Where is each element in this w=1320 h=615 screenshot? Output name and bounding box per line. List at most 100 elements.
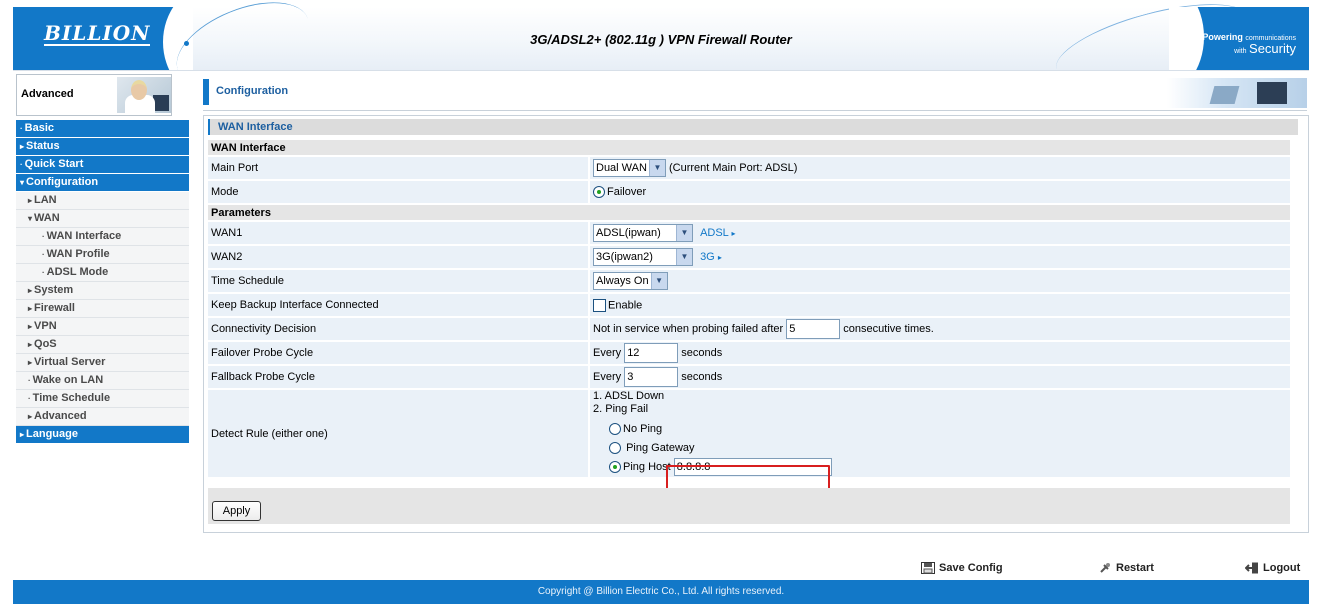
sidebar-item-label: Quick Start bbox=[24, 158, 84, 170]
floppy-icon bbox=[921, 562, 935, 575]
sidebar-item-label: Basic bbox=[24, 122, 55, 134]
row-fallback-cycle: Fallback Probe Cycle Every 3 seconds bbox=[208, 366, 1290, 388]
failover-cycle-input[interactable]: 12 bbox=[624, 343, 679, 363]
enable-checkbox[interactable] bbox=[593, 298, 606, 312]
logout-button[interactable]: Logout bbox=[1245, 562, 1300, 574]
restart-icon bbox=[1100, 563, 1110, 573]
row-main-port: Main Port Dual WAN ▼ (Current Main Port:… bbox=[208, 157, 1290, 179]
time-schedule-select[interactable]: Always On ▼ bbox=[593, 272, 668, 290]
copyright-bar: Copyright @ Billion Electric Co., Ltd. A… bbox=[13, 580, 1309, 604]
sidebar-item-language[interactable]: ▸ Language bbox=[16, 426, 189, 444]
save-config-button[interactable]: Save Config bbox=[921, 562, 1003, 575]
sidebar-item-label: Status bbox=[26, 140, 60, 152]
chevron-down-icon: ▼ bbox=[650, 273, 667, 289]
wan1-select[interactable]: ADSL(ipwan) ▼ bbox=[593, 224, 693, 242]
row-failover-cycle: Failover Probe Cycle Every 12 seconds bbox=[208, 342, 1290, 364]
sidebar-item-label: QoS bbox=[34, 338, 57, 350]
menu-arrow-icon: · bbox=[28, 376, 31, 385]
page-title: Configuration bbox=[216, 85, 289, 97]
menu-arrow-icon: · bbox=[42, 250, 45, 259]
menu-arrow-icon: · bbox=[42, 232, 45, 241]
header-photo bbox=[1167, 78, 1307, 108]
sidebar-item-wan-profile[interactable]: · WAN Profile bbox=[16, 246, 189, 264]
sidebar-menu: · Basic ▸ Status · Quick Start ▾ Configuration ▸… bbox=[16, 120, 189, 444]
sidebar-item-wan-interface[interactable]: · WAN Interface bbox=[16, 228, 189, 246]
sidebar-item-qos[interactable]: ▸ QoS bbox=[16, 336, 189, 354]
sidebar-item-configuration[interactable]: ▾ Configuration bbox=[16, 174, 189, 192]
ping-host-radio[interactable] bbox=[609, 461, 621, 474]
wan2-select[interactable]: 3G(ipwan2) ▼ bbox=[593, 248, 693, 266]
detect-line-1: 1. ADSL Down bbox=[593, 390, 665, 402]
page-header: Configuration bbox=[203, 76, 1307, 111]
router-ui: BILLION 3G/ADSL2+ (802.11g ) VPN Firewal… bbox=[13, 0, 1309, 607]
apply-button[interactable]: Apply bbox=[212, 501, 261, 521]
sidebar-item-system[interactable]: ▸ System bbox=[16, 282, 189, 300]
menu-arrow-icon: ▸ bbox=[28, 322, 33, 331]
ping-gateway-label: Ping Gateway bbox=[626, 442, 695, 454]
sidebar-item-label: Advanced bbox=[34, 410, 87, 422]
logout-icon bbox=[1245, 562, 1258, 574]
section-parameters: Parameters bbox=[208, 205, 1290, 220]
mode-badge: Advanced bbox=[16, 74, 172, 116]
sidebar-item-lan[interactable]: ▸ LAN bbox=[16, 192, 189, 210]
sidebar-item-advanced[interactable]: ▸ Advanced bbox=[16, 408, 189, 426]
sidebar-item-label: VPN bbox=[34, 320, 57, 332]
main-port-select[interactable]: Dual WAN ▼ bbox=[593, 159, 666, 177]
row-wan2: WAN2 3G(ipwan2) ▼ 3G ▸ bbox=[208, 246, 1290, 268]
ping-host-label: Ping Host bbox=[623, 461, 671, 473]
main-port-label: Main Port bbox=[208, 157, 588, 179]
sidebar-item-label: WAN Interface bbox=[46, 230, 122, 242]
apply-row: Apply bbox=[208, 488, 1290, 524]
sidebar-item-label: Language bbox=[26, 428, 78, 440]
sidebar-item-label: LAN bbox=[34, 194, 57, 206]
sidebar-item-label: Configuration bbox=[26, 176, 99, 188]
failover-radio[interactable] bbox=[593, 186, 605, 199]
sidebar-item-firewall[interactable]: ▸ Firewall bbox=[16, 300, 189, 318]
menu-arrow-icon: ▸ bbox=[28, 340, 33, 349]
row-mode: Mode Failover bbox=[208, 181, 1290, 203]
row-detect-rule: Detect Rule (either one) 1. ADSL Down 2.… bbox=[208, 390, 1290, 477]
sidebar-item-virtual-server[interactable]: ▸ Virtual Server bbox=[16, 354, 189, 372]
sidebar-item-adsl-mode[interactable]: · ADSL Mode bbox=[16, 264, 189, 282]
support-photo bbox=[117, 77, 171, 113]
chevron-down-icon: ▼ bbox=[676, 249, 692, 265]
sidebar-item-label: Virtual Server bbox=[34, 356, 106, 368]
sidebar-item-vpn[interactable]: ▸ VPN bbox=[16, 318, 189, 336]
sidebar-item-label: WAN Profile bbox=[46, 248, 110, 260]
sidebar-item-wan[interactable]: ▾ WAN bbox=[16, 210, 189, 228]
probe-fail-count-input[interactable]: 5 bbox=[786, 319, 841, 339]
row-connectivity: Connectivity Decision Not in service whe… bbox=[208, 318, 1290, 340]
wan2-link[interactable]: 3G ▸ bbox=[700, 251, 722, 263]
sidebar-item-label: Wake on LAN bbox=[32, 374, 104, 386]
menu-arrow-icon: · bbox=[20, 124, 23, 133]
sidebar-item-wake-on-lan[interactable]: · Wake on LAN bbox=[16, 372, 189, 390]
menu-arrow-icon: · bbox=[28, 394, 31, 403]
failover-cycle-label: Failover Probe Cycle bbox=[208, 342, 588, 364]
no-ping-radio[interactable] bbox=[609, 423, 621, 436]
menu-arrow-icon: ▸ bbox=[20, 142, 25, 151]
sidebar-item-basic[interactable]: · Basic bbox=[16, 120, 189, 138]
wan1-link[interactable]: ADSL ▸ bbox=[700, 227, 735, 239]
fallback-cycle-input[interactable]: 3 bbox=[624, 367, 679, 387]
section-wan-interface: WAN Interface bbox=[208, 140, 1290, 155]
menu-arrow-icon: · bbox=[20, 160, 23, 169]
no-ping-label: No Ping bbox=[623, 423, 663, 435]
chevron-down-icon: ▼ bbox=[676, 225, 692, 241]
wan1-label: WAN1 bbox=[208, 222, 588, 244]
tagline: Powering communications with Security bbox=[1202, 32, 1296, 56]
tagline-badge: Powering communications with Security bbox=[1169, 7, 1309, 70]
sidebar-item-label: WAN bbox=[34, 212, 60, 224]
sidebar-item-quick-start[interactable]: · Quick Start bbox=[16, 156, 189, 174]
sidebar-item-time-schedule[interactable]: · Time Schedule bbox=[16, 390, 189, 408]
menu-arrow-icon: ▸ bbox=[20, 430, 25, 439]
sidebar-item-label: Time Schedule bbox=[32, 392, 111, 404]
arrow-right-icon: ▸ bbox=[717, 252, 722, 262]
ping-gateway-radio[interactable] bbox=[609, 442, 621, 455]
connectivity-label: Connectivity Decision bbox=[208, 318, 588, 340]
sidebar-item-status[interactable]: ▸ Status bbox=[16, 138, 189, 156]
restart-button[interactable]: Restart bbox=[1098, 562, 1154, 574]
detect-line-2: 2. Ping Fail bbox=[593, 403, 649, 415]
menu-arrow-icon: ▸ bbox=[28, 412, 33, 421]
wan2-label: WAN2 bbox=[208, 246, 588, 268]
header-banner: BILLION 3G/ADSL2+ (802.11g ) VPN Firewal… bbox=[13, 0, 1309, 104]
